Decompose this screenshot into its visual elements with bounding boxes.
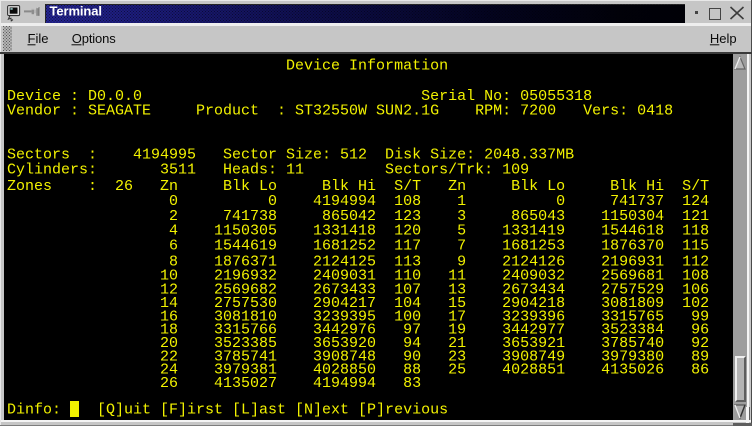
svg-text:Cylinders: 3511 Heads:: Cylinders: 3511 Heads: 11 Sectors/Trk: 1… — [7, 161, 529, 178]
svg-text:Device Information: Device Information — [7, 57, 448, 74]
svg-text:6 1544619 1681252 117: 6 1544619 1681252 117 7 1681253 1876370 … — [7, 238, 709, 255]
svg-text:File: File — [28, 31, 49, 46]
svg-text:Dinfo: [Q]uit [F]irst [L]as: Dinfo: [Q]uit [F]irst [L]ast [N]ext [P]r… — [7, 402, 448, 419]
svg-text:Help: Help — [710, 31, 737, 46]
svg-text:Terminal: Terminal — [50, 4, 102, 19]
svg-text:26 4135027 4194994 83: 26 4135027 4194994 83 — [7, 375, 421, 392]
svg-text:Options: Options — [72, 31, 116, 46]
svg-text:Vendor : SEAGATE Product: Vendor : SEAGATE Product : ST32550W SUN2… — [7, 103, 673, 120]
